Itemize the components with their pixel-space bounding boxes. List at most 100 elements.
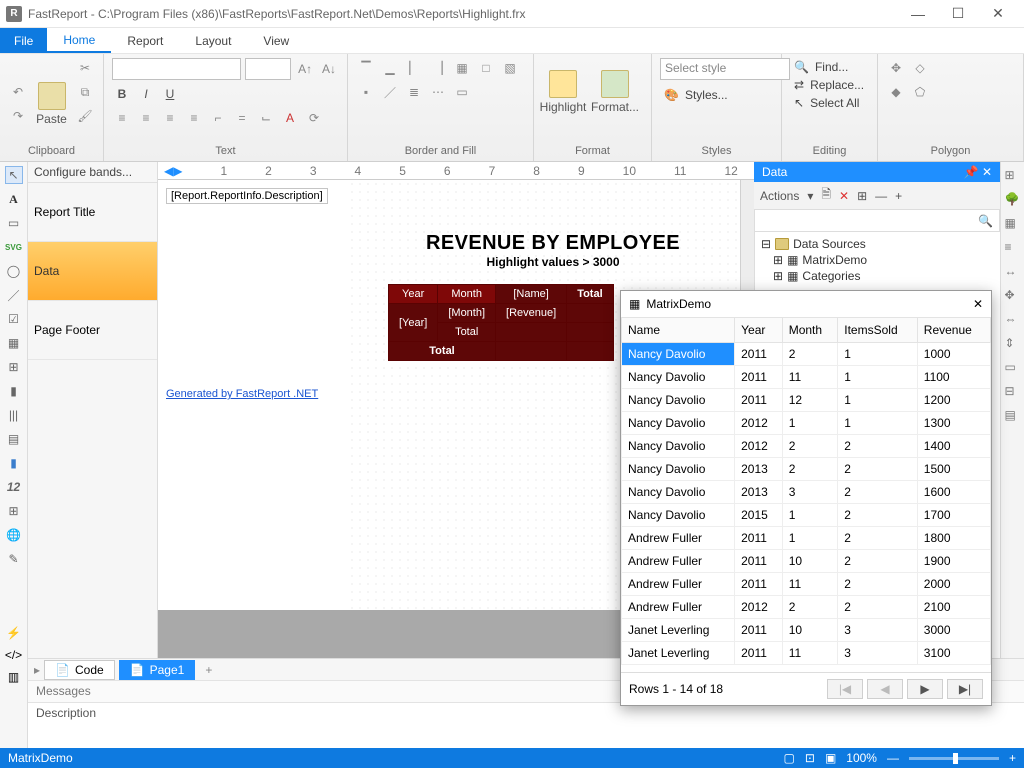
font-color-button[interactable]: A	[280, 108, 300, 128]
align-left-button[interactable]: ≡	[112, 108, 132, 128]
border-left-button[interactable]: ▏	[404, 58, 424, 78]
height-icon[interactable]: ⇕	[1005, 336, 1021, 352]
format-button[interactable]: Format...	[594, 58, 636, 114]
group-icon[interactable]: ▭	[1005, 360, 1021, 376]
table-row[interactable]: Nancy Davolio2013321600	[622, 481, 991, 504]
order-icon[interactable]: ▤	[1005, 408, 1021, 424]
data-search[interactable]: 🔍	[754, 210, 1000, 232]
undo-button[interactable]: ↶	[8, 82, 28, 102]
table-row[interactable]: Janet Leverling20111033000	[622, 619, 991, 642]
rotate-button[interactable]: ⟳	[304, 108, 324, 128]
tab-view[interactable]: View	[247, 28, 305, 53]
map-tool[interactable]: 🌐	[5, 526, 23, 544]
table-row[interactable]: Janet Leverling20111133100	[622, 642, 991, 665]
poly-add-button[interactable]: ◇	[910, 58, 930, 78]
tree-root[interactable]: ⊟Data Sources	[759, 236, 996, 252]
line-width-button[interactable]: ≣	[404, 82, 424, 102]
table-row[interactable]: Nancy Davolio2012111300	[622, 412, 991, 435]
popup-close-button[interactable]: ✕	[973, 297, 983, 311]
copy-button[interactable]: ⧉	[75, 82, 95, 102]
description-field[interactable]: [Report.ReportInfo.Description]	[166, 188, 328, 204]
italic-button[interactable]: I	[136, 84, 156, 104]
dock-close-icon[interactable]: ✕	[982, 165, 992, 179]
cut-button[interactable]: ✂	[75, 58, 95, 78]
brush-button[interactable]: 🖌	[75, 106, 95, 126]
shrink-font-button[interactable]: A↓	[319, 59, 339, 79]
line-style-button[interactable]: ⋯	[428, 82, 448, 102]
tab-code[interactable]: 📄Code	[44, 660, 115, 680]
table-row[interactable]: Nancy Davolio2013221500	[622, 458, 991, 481]
tree-item-categories[interactable]: ⊞▦Categories	[759, 268, 996, 284]
new-page-button[interactable]: ▸	[34, 663, 40, 677]
richtext-tool[interactable]: |||	[5, 406, 23, 424]
table-row[interactable]: Nancy Davolio2011211000	[622, 343, 991, 366]
replace-button[interactable]: ⇄Replace...	[790, 76, 869, 94]
view-icon[interactable]: ▢	[784, 751, 795, 765]
valign-top-button[interactable]: ⌐	[208, 108, 228, 128]
actions-menu[interactable]: Actions	[760, 189, 799, 203]
zoom-full-icon[interactable]: ▣	[825, 751, 836, 765]
zoom-fit-icon[interactable]: ⊡	[805, 751, 815, 765]
table-row[interactable]: Nancy Davolio2015121700	[622, 504, 991, 527]
font-size-select[interactable]	[245, 58, 291, 80]
fill-color-button[interactable]: ▪	[356, 82, 376, 102]
barcode-tool[interactable]: ▮	[5, 382, 23, 400]
style-select[interactable]: Select style	[660, 58, 790, 80]
table-row[interactable]: Nancy Davolio20111211200	[622, 389, 991, 412]
view-data-button[interactable]: ⊞	[857, 189, 867, 203]
border-none-button[interactable]: □	[476, 58, 496, 78]
valign-bot-button[interactable]: ⌙	[256, 108, 276, 128]
collapse-button[interactable]: —	[875, 189, 887, 203]
delete-datasource-button[interactable]: ✕	[839, 189, 849, 203]
minimize-button[interactable]: —	[898, 6, 938, 22]
subreport-tool[interactable]: ▤	[5, 430, 23, 448]
size-icon[interactable]: ↔	[1005, 264, 1021, 280]
bold-button[interactable]: B	[112, 84, 132, 104]
zoom-slider[interactable]	[909, 757, 999, 760]
valign-mid-button[interactable]: =	[232, 108, 252, 128]
table-row[interactable]: Andrew Fuller2012222100	[622, 596, 991, 619]
tree-item-matrixdemo[interactable]: ⊞▦MatrixDemo	[759, 252, 996, 268]
first-page-button[interactable]: |◀	[827, 679, 863, 699]
maximize-button[interactable]: ☐	[938, 5, 978, 22]
line-tool[interactable]: ／	[5, 286, 23, 304]
redo-button[interactable]: ↷	[8, 106, 28, 126]
next-page-button[interactable]: ▶	[907, 679, 943, 699]
data-table[interactable]: NameYearMonthItemsSoldRevenue Nancy Davo…	[621, 317, 991, 665]
prev-page-button[interactable]: ◀	[867, 679, 903, 699]
code-icon2[interactable]: </>	[5, 648, 22, 662]
matrix-object[interactable]: YearMonth[Name]Total [Year][Month][Reven…	[388, 284, 614, 361]
grow-font-button[interactable]: A↑	[295, 59, 315, 79]
remove-icon[interactable]: ⊟	[1005, 384, 1021, 400]
text-tool[interactable]: A	[5, 190, 23, 208]
zoom-in-button[interactable]: +	[1009, 751, 1016, 765]
zoom-out-button[interactable]: —	[887, 751, 899, 765]
table-row[interactable]: Andrew Fuller20111021900	[622, 550, 991, 573]
tab-home[interactable]: Home	[47, 28, 111, 53]
band-report-title[interactable]: Report Title	[28, 183, 157, 242]
space-icon[interactable]: ⇔	[1005, 312, 1021, 328]
underline-button[interactable]: U	[160, 84, 180, 104]
cell-style-button[interactable]: ▭	[452, 82, 472, 102]
chart-tool[interactable]: ▮	[5, 454, 23, 472]
checkbox-tool[interactable]: ☑	[5, 310, 23, 328]
table-row[interactable]: Nancy Davolio2012221400	[622, 435, 991, 458]
border-bottom-button[interactable]: ▁	[380, 58, 400, 78]
border-all-button[interactable]: ▦	[452, 58, 472, 78]
align-justify-button[interactable]: ≡	[184, 108, 204, 128]
border-top-button[interactable]: ▔	[356, 58, 376, 78]
report-subtitle-text[interactable]: Highlight values > 3000	[346, 255, 754, 269]
center-icon[interactable]: ✥	[1005, 288, 1021, 304]
band-data[interactable]: Data	[28, 242, 157, 301]
number-tool[interactable]: 12	[5, 478, 23, 496]
new-datasource-button[interactable]: 🗎	[821, 185, 831, 206]
border-more-button[interactable]: ▧	[500, 58, 520, 78]
tab-report[interactable]: Report	[111, 28, 179, 53]
signature-tool[interactable]: ✎	[5, 550, 23, 568]
table-row[interactable]: Andrew Fuller2011121800	[622, 527, 991, 550]
tab-page1[interactable]: 📄Page1	[119, 660, 196, 680]
picture-tool[interactable]: ▭	[5, 214, 23, 232]
poly-move-button[interactable]: ✥	[886, 58, 906, 78]
generated-by-link[interactable]: Generated by FastReport .NET	[166, 388, 318, 400]
font-family-select[interactable]	[112, 58, 241, 80]
